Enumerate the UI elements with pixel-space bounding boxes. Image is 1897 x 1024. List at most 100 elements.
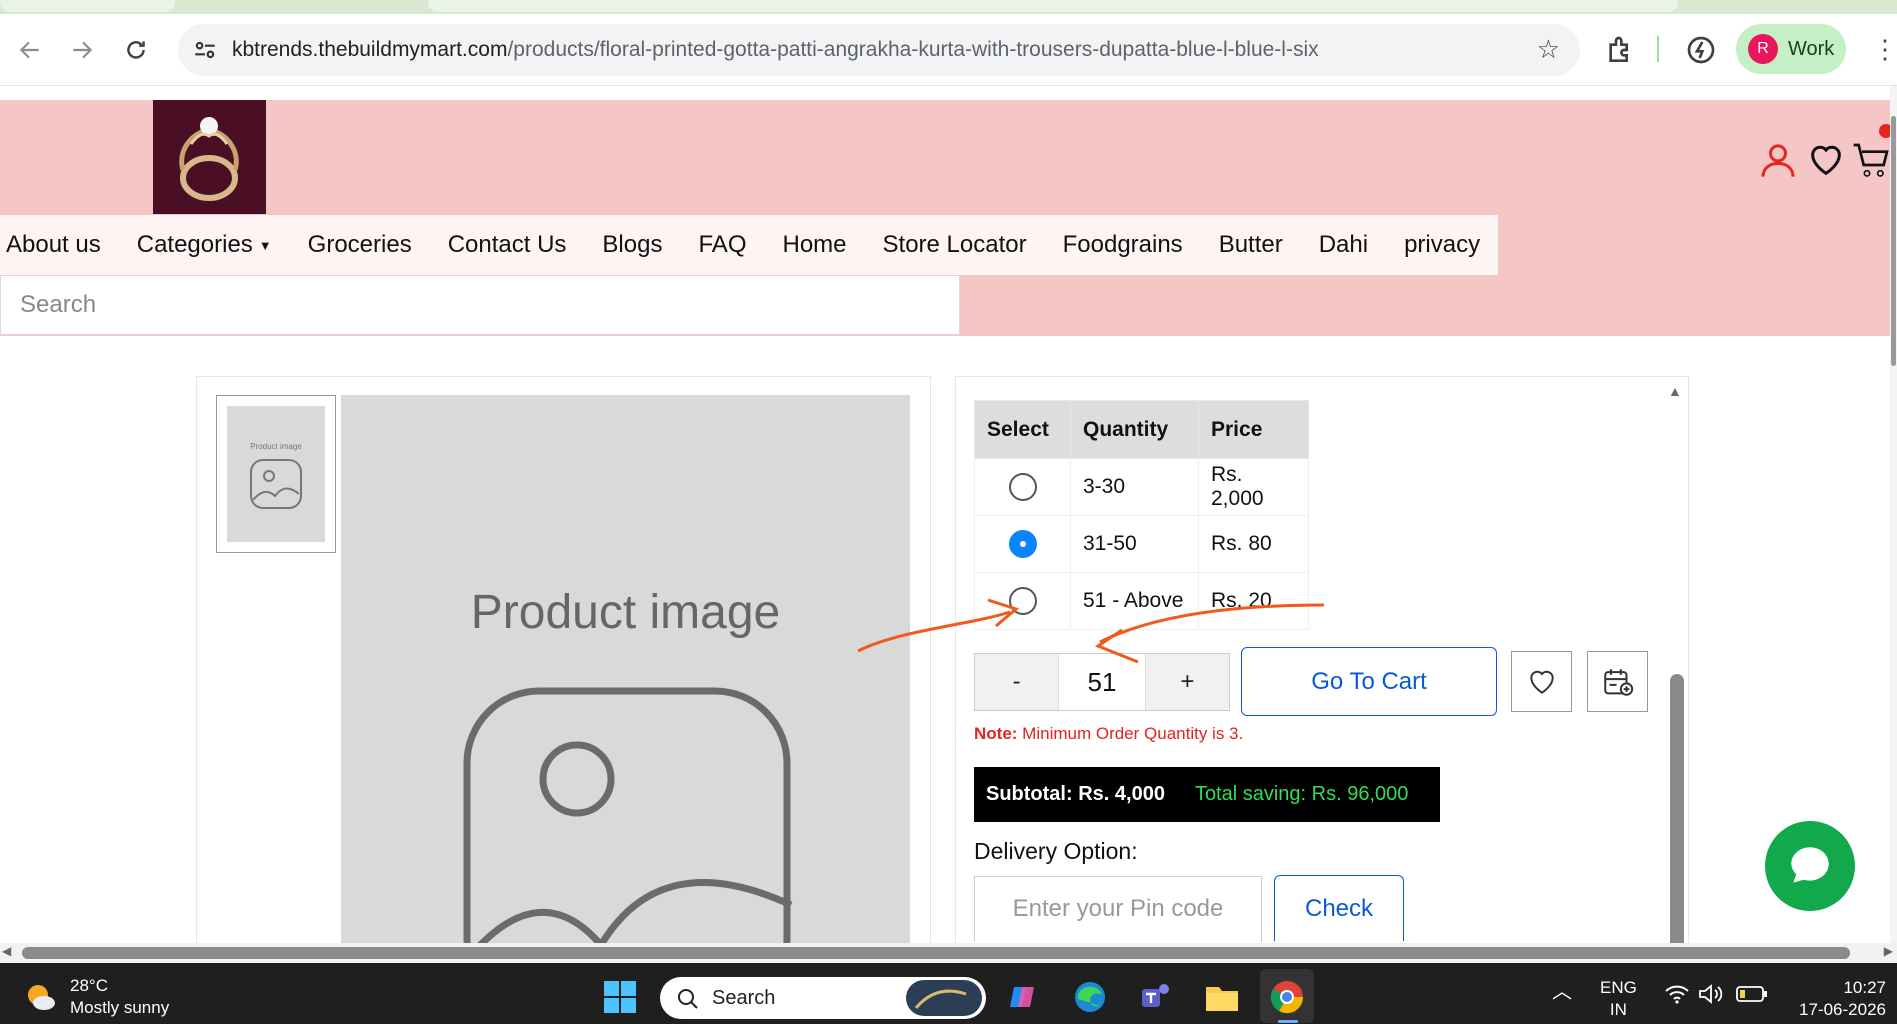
battery-icon[interactable] bbox=[1736, 984, 1768, 1004]
min-order-note: Note: Minimum Order Quantity is 3. bbox=[974, 724, 1243, 744]
menu-item-about[interactable]: About us bbox=[6, 231, 101, 259]
note-text: Minimum Order Quantity is 3. bbox=[1017, 724, 1244, 743]
copilot-icon[interactable] bbox=[1004, 977, 1044, 1017]
user-account-icon[interactable] bbox=[1758, 140, 1798, 180]
menu-item-privacy[interactable]: privacy bbox=[1404, 231, 1480, 259]
pin-code-input[interactable] bbox=[975, 877, 1261, 941]
reload-button[interactable] bbox=[118, 32, 154, 68]
pin-code-field bbox=[974, 876, 1262, 942]
clock-date: 17-06-2026 bbox=[1799, 1000, 1886, 1019]
table-row: 3-30 Rs. 2,000 bbox=[974, 458, 1309, 516]
chat-bubble-icon bbox=[1791, 847, 1829, 883]
increment-button[interactable]: + bbox=[1145, 654, 1230, 710]
partly-sunny-icon bbox=[28, 985, 55, 1010]
address-bar[interactable]: kbtrends.thebuildmymart.com/products/flo… bbox=[178, 24, 1580, 76]
scroll-up-arrow-icon[interactable]: ▲ bbox=[1668, 383, 1682, 399]
product-main-image[interactable]: Product image bbox=[341, 395, 910, 955]
page-scroll-thumb[interactable] bbox=[1891, 116, 1896, 366]
image-placeholder-icon bbox=[250, 459, 302, 509]
product-thumbnail[interactable]: Product image bbox=[216, 395, 336, 553]
profile-chip[interactable]: R Work bbox=[1736, 24, 1846, 74]
main-menu: About us Categories ▼ Groceries Contact U… bbox=[0, 215, 1498, 275]
tier-radio-3[interactable] bbox=[1008, 587, 1037, 615]
toolbar-divider bbox=[1657, 36, 1659, 62]
menu-item-groceries[interactable]: Groceries bbox=[308, 231, 412, 259]
site-header: About us Categories ▼ Groceries Contact U… bbox=[0, 100, 1893, 336]
back-button[interactable] bbox=[12, 32, 48, 68]
go-to-cart-button[interactable]: Go To Cart bbox=[1241, 647, 1497, 716]
menu-item-dahi[interactable]: Dahi bbox=[1319, 231, 1368, 259]
subtotal-text: Subtotal: Rs. 4,000 bbox=[986, 783, 1165, 805]
thumbnail-label: Product image bbox=[250, 442, 302, 451]
calendar-add-icon bbox=[1603, 668, 1633, 696]
menu-item-store-locator[interactable]: Store Locator bbox=[883, 231, 1027, 259]
horizontal-scroll-thumb[interactable] bbox=[22, 947, 1850, 959]
scroll-left-arrow-icon[interactable]: ◀ bbox=[2, 944, 11, 958]
tab-active[interactable] bbox=[428, 0, 1678, 12]
menu-item-categories[interactable]: Categories ▼ bbox=[137, 231, 272, 259]
price-cell: Rs. 20 bbox=[1198, 572, 1309, 630]
browser-menu-icon[interactable]: ⋮ bbox=[1872, 36, 1897, 62]
search-highlight-image bbox=[906, 980, 982, 1016]
schedule-order-button[interactable] bbox=[1587, 651, 1648, 712]
product-gallery: Product image Product image bbox=[196, 376, 931, 956]
clock[interactable]: 10:27 17-06-2026 bbox=[1790, 977, 1886, 1021]
select-cell bbox=[974, 515, 1071, 573]
price-cell: Rs. 2,000 bbox=[1198, 458, 1309, 516]
quantity-cell: 51 - Above bbox=[1070, 572, 1199, 630]
wishlist-heart-icon[interactable] bbox=[1806, 140, 1846, 180]
page-vertical-scrollbar[interactable] bbox=[1890, 86, 1897, 956]
caret-down-icon: ▼ bbox=[258, 238, 272, 254]
taskbar-search-label: Search bbox=[712, 986, 776, 1009]
chrome-icon[interactable] bbox=[1267, 977, 1307, 1017]
language-indicator[interactable]: ENG IN bbox=[1600, 977, 1637, 1021]
menu-item-foodgrains[interactable]: Foodgrains bbox=[1063, 231, 1183, 259]
scroll-right-arrow-icon[interactable]: ▶ bbox=[1884, 944, 1893, 958]
quantity-cell: 3-30 bbox=[1070, 458, 1199, 516]
site-info-icon[interactable] bbox=[192, 37, 218, 63]
chat-widget-button[interactable] bbox=[1765, 821, 1855, 911]
windows-start-icon[interactable] bbox=[600, 977, 640, 1017]
region-code: IN bbox=[1609, 1000, 1627, 1019]
quantity-cell: 31-50 bbox=[1070, 515, 1199, 573]
price-cell: Rs. 80 bbox=[1198, 515, 1309, 573]
edge-browser-icon[interactable] bbox=[1070, 977, 1110, 1017]
cart-icon[interactable] bbox=[1852, 140, 1892, 180]
menu-item-home[interactable]: Home bbox=[782, 231, 846, 259]
menu-item-contact[interactable]: Contact Us bbox=[448, 231, 567, 259]
performance-icon[interactable] bbox=[1685, 34, 1717, 66]
table-row: 51 - Above Rs. 20 bbox=[974, 572, 1309, 630]
file-explorer-icon[interactable] bbox=[1202, 977, 1242, 1017]
price-table: Select Quantity Price 3-30 Rs. 2,000 31-… bbox=[974, 400, 1309, 630]
add-to-wishlist-button[interactable] bbox=[1511, 651, 1572, 712]
panel-scrollbar[interactable] bbox=[1670, 674, 1684, 956]
url-text: kbtrends.thebuildmymart.com/products/flo… bbox=[232, 38, 1319, 62]
taskbar-search[interactable]: Search bbox=[660, 977, 986, 1019]
windows-taskbar: 28°C Mostly sunny Search ︿ ENG IN 10:27 … bbox=[0, 963, 1897, 1024]
site-logo[interactable] bbox=[153, 100, 266, 214]
forward-button[interactable] bbox=[64, 32, 100, 68]
tier-radio-2[interactable] bbox=[1008, 530, 1037, 558]
menu-item-blogs[interactable]: Blogs bbox=[602, 231, 662, 259]
screen: kbtrends.thebuildmymart.com/products/flo… bbox=[0, 0, 1897, 1024]
bookmark-star-icon[interactable]: ☆ bbox=[1537, 34, 1560, 65]
decrement-button[interactable]: - bbox=[975, 654, 1059, 710]
tier-radio-1[interactable] bbox=[1008, 473, 1037, 501]
url-path: /products/floral-printed-gotta-patti-ang… bbox=[507, 38, 1319, 61]
show-hidden-icons-icon[interactable]: ︿ bbox=[1552, 981, 1572, 1003]
extensions-icon[interactable] bbox=[1604, 34, 1636, 66]
check-button[interactable]: Check bbox=[1274, 875, 1404, 941]
teams-icon[interactable] bbox=[1136, 977, 1176, 1017]
heart-icon bbox=[1529, 670, 1554, 694]
quantity-value[interactable]: 51 bbox=[1058, 654, 1146, 710]
volume-icon[interactable] bbox=[1698, 983, 1724, 1005]
wifi-icon[interactable] bbox=[1664, 983, 1690, 1005]
search-input[interactable] bbox=[1, 291, 959, 319]
tab-left[interactable] bbox=[0, 0, 175, 12]
menu-item-butter[interactable]: Butter bbox=[1219, 231, 1283, 259]
menu-item-faq[interactable]: FAQ bbox=[698, 231, 746, 259]
page-horizontal-scrollbar[interactable]: ◀ ▶ bbox=[0, 943, 1897, 963]
weather-widget[interactable]: 28°C Mostly sunny bbox=[22, 975, 169, 1019]
subtotal-bar: Subtotal: Rs. 4,000 Total saving: Rs. 96… bbox=[974, 767, 1440, 822]
thumbnail-image: Product image bbox=[227, 406, 325, 542]
